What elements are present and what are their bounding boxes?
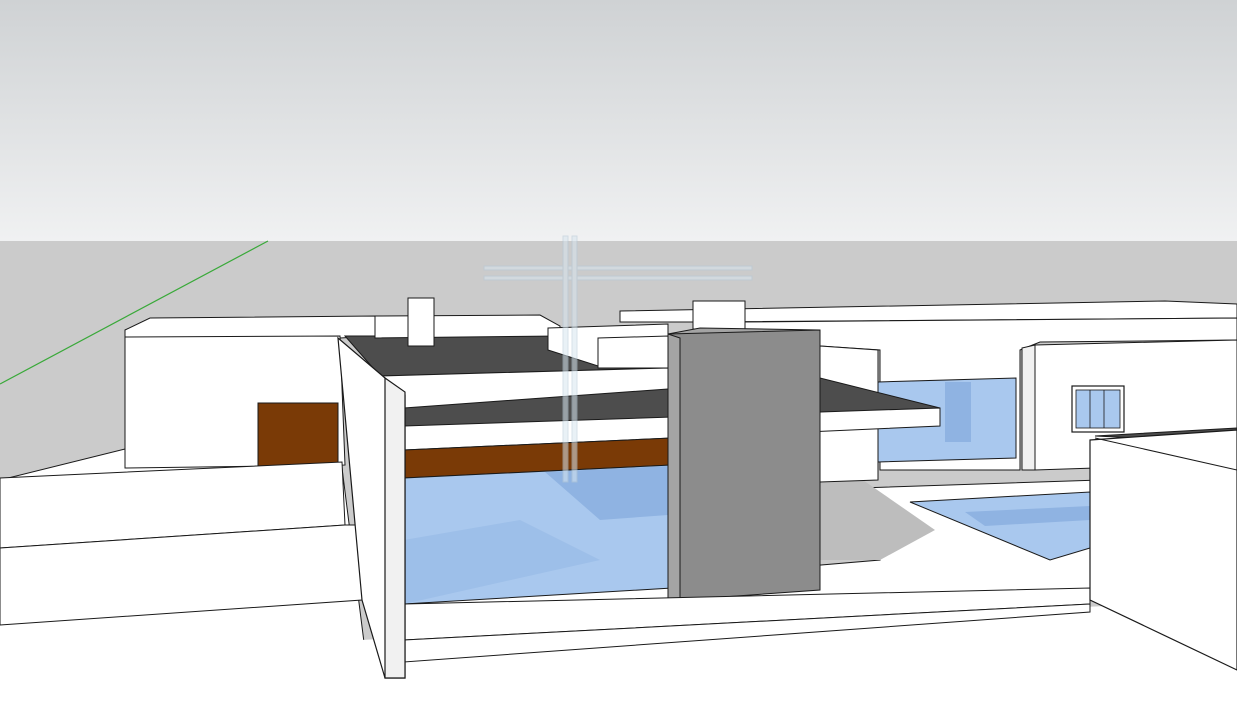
chimney-left[interactable] <box>407 297 435 347</box>
sky-background <box>0 0 1237 241</box>
wood-door[interactable] <box>257 402 339 468</box>
gray-column-side <box>667 333 681 601</box>
house-wing-right-side <box>1021 344 1036 471</box>
window-right[interactable] <box>1071 385 1125 433</box>
wall-left-front-face <box>384 376 406 679</box>
chimney-right[interactable] <box>692 300 746 330</box>
scene-canvas[interactable] <box>0 0 1237 720</box>
house-block-left-top <box>124 315 376 339</box>
upper-box-front <box>597 335 669 369</box>
model-viewport[interactable] <box>0 0 1237 720</box>
roof-parapet-back <box>374 314 561 339</box>
right-wing-glass-mullion <box>945 382 971 442</box>
gray-column[interactable] <box>667 329 821 601</box>
